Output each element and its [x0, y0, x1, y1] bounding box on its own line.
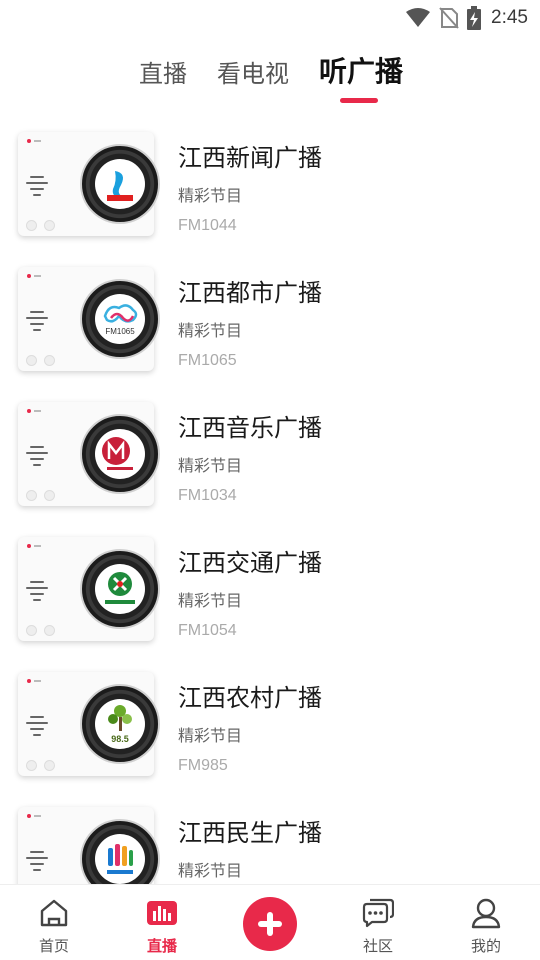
station-subtitle: 精彩节目 — [178, 861, 243, 880]
equalizer-icon — [26, 577, 48, 601]
equalizer-icon — [26, 712, 48, 736]
jiangxi-city-radio-logo: FM1065 — [95, 294, 145, 344]
bottom-nav: 首页 直播 社区 我的 — [0, 884, 540, 960]
jiangxi-music-radio-logo — [95, 429, 145, 479]
station-subtitle: 精彩节目 — [178, 456, 243, 475]
station-frequency: FM1065 — [178, 352, 237, 369]
station-item[interactable]: FM1065 江西都市广播 精彩节目 FM1065 — [0, 255, 540, 390]
tab-indicator — [340, 98, 378, 103]
tab-watch-tv[interactable]: 看电视 — [217, 54, 289, 89]
station-subtitle: 精彩节目 — [178, 726, 243, 745]
equalizer-icon — [26, 307, 48, 331]
nav-add[interactable] — [216, 885, 324, 960]
home-icon — [38, 897, 70, 929]
station-item[interactable]: 江西民生广播 精彩节目 — [0, 795, 540, 884]
station-cover: 98.5 — [18, 672, 160, 776]
nav-label: 社区 — [362, 937, 393, 955]
equalizer-icon — [26, 442, 48, 466]
station-subtitle: 精彩节目 — [178, 591, 243, 610]
station-subtitle: 精彩节目 — [178, 186, 243, 205]
nav-live[interactable]: 直播 — [108, 885, 216, 960]
station-cover — [18, 537, 160, 641]
svg-text:FM1065: FM1065 — [105, 327, 135, 336]
vinyl-disc — [80, 549, 160, 629]
station-frequency: FM1044 — [178, 217, 237, 234]
vinyl-disc — [80, 819, 160, 884]
plus-icon[interactable] — [243, 897, 297, 951]
station-name: 江西民生广播 — [178, 819, 322, 847]
equalizer-icon — [26, 847, 48, 871]
tab-live[interactable]: 直播 — [139, 54, 187, 89]
no-sim-icon — [439, 7, 459, 29]
vinyl-disc: 98.5 — [80, 684, 160, 764]
station-cover — [18, 402, 160, 506]
station-name: 江西农村广播 — [178, 684, 322, 712]
station-item[interactable]: 江西交通广播 精彩节目 FM1054 — [0, 525, 540, 660]
station-frequency: FM1054 — [178, 622, 237, 639]
status-bar: 2:45 — [0, 0, 540, 36]
user-icon — [470, 897, 502, 929]
station-name: 江西新闻广播 — [178, 144, 322, 172]
nav-community[interactable]: 社区 — [324, 885, 432, 960]
station-subtitle: 精彩节目 — [178, 321, 243, 340]
svg-text:98.5: 98.5 — [111, 734, 129, 744]
status-icons: 2:45 — [405, 6, 528, 30]
jiangxi-news-radio-logo — [95, 159, 145, 209]
nav-home[interactable]: 首页 — [0, 885, 108, 960]
equalizer-icon — [26, 172, 48, 196]
nav-label: 我的 — [470, 937, 501, 955]
jiangxi-traffic-radio-logo — [95, 564, 145, 614]
status-time: 2:45 — [491, 7, 528, 28]
station-item[interactable]: 江西音乐广播 精彩节目 FM1034 — [0, 390, 540, 525]
station-name: 江西交通广播 — [178, 549, 322, 577]
wifi-icon — [405, 8, 431, 28]
battery-charging-icon — [467, 6, 482, 30]
vinyl-disc — [80, 414, 160, 494]
station-name: 江西都市广播 — [178, 279, 322, 307]
station-name: 江西音乐广播 — [178, 414, 322, 442]
station-item[interactable]: 98.5 江西农村广播 精彩节目 FM985 — [0, 660, 540, 795]
nav-label: 首页 — [38, 937, 69, 955]
vinyl-disc: FM1065 — [80, 279, 160, 359]
station-frequency: FM985 — [178, 757, 228, 774]
jiangxi-rural-radio-logo: 98.5 — [95, 699, 145, 749]
top-tabs: 直播 看电视 听广播 — [0, 48, 540, 108]
station-cover — [18, 807, 160, 884]
station-list: 江西新闻广播 精彩节目 FM1044 FM1065 江西都市广播 精彩节目 FM… — [0, 120, 540, 884]
station-cover: FM1065 — [18, 267, 160, 371]
jiangxi-livelihood-radio-logo — [95, 834, 145, 884]
station-frequency: FM1034 — [178, 487, 237, 504]
chat-bubbles-icon — [362, 897, 395, 929]
nav-label: 直播 — [146, 937, 177, 955]
station-item[interactable]: 江西新闻广播 精彩节目 FM1044 — [0, 120, 540, 255]
nav-me[interactable]: 我的 — [432, 885, 540, 960]
vinyl-disc — [80, 144, 160, 224]
live-bars-icon — [146, 897, 178, 929]
station-cover — [18, 132, 160, 236]
tab-listen-radio[interactable]: 听广播 — [319, 50, 403, 90]
